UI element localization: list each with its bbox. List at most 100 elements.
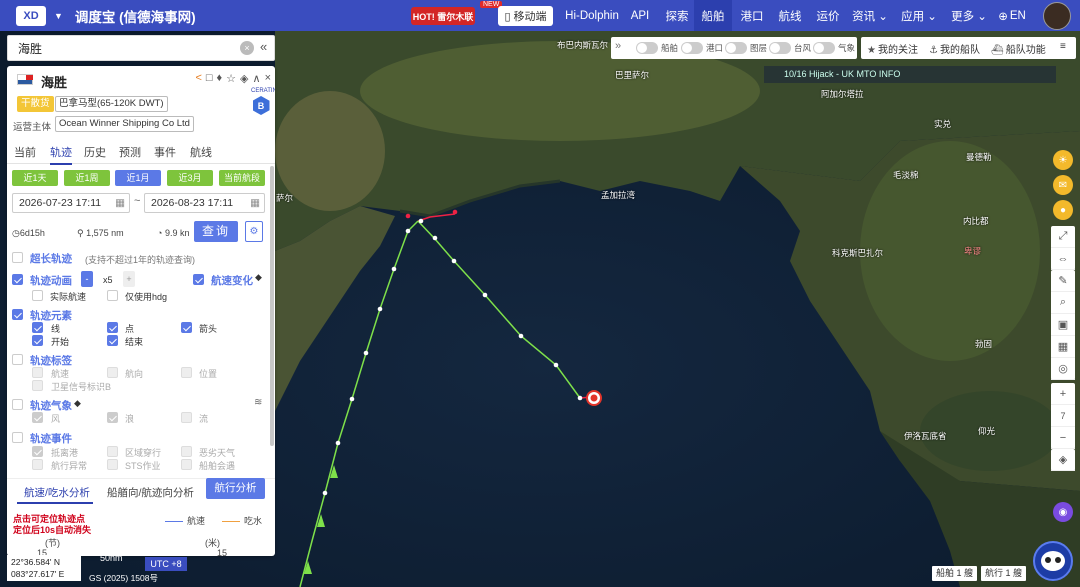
- language-switch[interactable]: ⊕ EN: [996, 0, 1028, 31]
- end-date-field[interactable]: 2026-08-23 17:11 ▦: [144, 193, 265, 213]
- grid-icon[interactable]: ▦: [1051, 336, 1075, 358]
- nav-ports[interactable]: 港口: [736, 0, 768, 31]
- nav-routes[interactable]: 航线: [774, 0, 806, 31]
- app-logo[interactable]: XD: [16, 5, 46, 26]
- nav-api[interactable]: API: [626, 0, 654, 31]
- tab-forecast[interactable]: 预测: [119, 144, 141, 160]
- sun-icon[interactable]: ☀: [1053, 150, 1073, 170]
- news-ticker[interactable]: 10/16 Hijack - UK MTO INFO: [764, 66, 1056, 83]
- tab-speed-draft-analysis[interactable]: 航速/吃水分析: [24, 485, 90, 500]
- nav-explore[interactable]: 探索: [662, 0, 692, 31]
- label-position-checkbox[interactable]: [181, 367, 192, 378]
- element-point-checkbox[interactable]: [107, 322, 118, 333]
- tab-current[interactable]: 当前: [14, 144, 36, 160]
- weather-eye-icon[interactable]: ◆: [74, 398, 81, 409]
- range-current-voyage-button[interactable]: 当前航段: [219, 170, 265, 186]
- element-arrow-checkbox[interactable]: [181, 322, 192, 333]
- tab-route[interactable]: 航线: [190, 144, 212, 160]
- utc-badge[interactable]: UTC +8: [145, 557, 187, 571]
- nav-more[interactable]: 更多 ⌄: [948, 0, 990, 31]
- alert-icon[interactable]: ●: [1053, 200, 1073, 220]
- fleet-functions-button[interactable]: ⛴ 船队功能: [991, 41, 1046, 56]
- events-checkbox[interactable]: [12, 432, 23, 443]
- tab-heading-analysis[interactable]: 船艏向/航迹向分析: [107, 485, 194, 500]
- nav-ships[interactable]: 船舶: [694, 0, 732, 31]
- minimize-icon[interactable]: ∧: [253, 72, 261, 85]
- wind-icon[interactable]: ≋: [254, 397, 262, 408]
- event-area-checkbox[interactable]: [107, 446, 118, 457]
- zoom-area-icon[interactable]: ⌕: [1051, 292, 1075, 314]
- ship-count-badge[interactable]: 船舶 1 艘: [932, 566, 978, 581]
- event-encounter-checkbox[interactable]: [181, 459, 192, 470]
- panel-scrollbar[interactable]: [270, 166, 274, 446]
- track-settings-icon[interactable]: ⚙: [245, 221, 263, 242]
- tab-events[interactable]: 事件: [154, 144, 176, 160]
- start-date-field[interactable]: 2026-07-23 17:11 ▦: [12, 193, 130, 213]
- sailing-count-badge[interactable]: 航行 1 艘: [981, 566, 1027, 581]
- screenshot-icon[interactable]: ▣: [1051, 314, 1075, 336]
- user-avatar[interactable]: [1043, 2, 1071, 30]
- event-sts-checkbox[interactable]: [107, 459, 118, 470]
- locate-me-icon[interactable]: ◎: [1051, 358, 1075, 380]
- nav-news[interactable]: 资讯 ⌄: [849, 0, 891, 31]
- expand-layers-icon[interactable]: »: [615, 40, 621, 52]
- hdg-only-checkbox[interactable]: [107, 290, 118, 301]
- logo-dropdown-icon[interactable]: ▼: [54, 11, 63, 21]
- weather-current-checkbox[interactable]: [181, 412, 192, 423]
- share-icon[interactable]: <: [195, 72, 201, 85]
- element-start-checkbox[interactable]: [32, 335, 43, 346]
- zoom-in-button[interactable]: +: [1051, 383, 1075, 405]
- weather-checkbox[interactable]: [12, 399, 23, 410]
- voyage-analysis-button[interactable]: 航行分析: [206, 478, 265, 499]
- range-3month-button[interactable]: 近3月: [167, 170, 213, 186]
- clear-search-icon[interactable]: ×: [240, 41, 254, 55]
- collapse-panel-icon[interactable]: «: [260, 39, 267, 54]
- layer-layers-toggle[interactable]: 图层: [725, 41, 767, 55]
- element-line-checkbox[interactable]: [32, 322, 43, 333]
- animation-speed-plus[interactable]: +: [123, 271, 135, 287]
- favorite-icon[interactable]: ☆: [226, 72, 236, 85]
- layer-ports-toggle[interactable]: 港口: [681, 41, 723, 55]
- assistant-icon[interactable]: ◉: [1053, 502, 1073, 522]
- nav-hi-dolphin[interactable]: Hi-Dolphin: [565, 0, 619, 31]
- target-icon[interactable]: ◈: [240, 72, 248, 85]
- elements-checkbox[interactable]: [12, 309, 23, 320]
- event-port-checkbox[interactable]: [32, 446, 43, 457]
- layers-icon[interactable]: ◈: [1051, 449, 1075, 471]
- legend-draft[interactable]: 吃水: [222, 514, 262, 527]
- my-favorites-button[interactable]: ★ 我的关注: [867, 41, 918, 56]
- layer-typhoon-toggle[interactable]: 台风: [769, 41, 811, 55]
- query-button[interactable]: 查询: [194, 221, 238, 242]
- nav-freight[interactable]: 运价: [812, 0, 844, 31]
- measure-icon[interactable]: ⇔: [1051, 248, 1075, 270]
- my-fleet-button[interactable]: ⚓ 我的船队: [929, 41, 980, 56]
- real-speed-checkbox[interactable]: [32, 290, 43, 301]
- long-track-checkbox[interactable]: [12, 252, 23, 263]
- nav-apps[interactable]: 应用 ⌄: [898, 0, 940, 31]
- cert-rating[interactable]: CERATING B: [251, 88, 275, 118]
- layer-ships-toggle[interactable]: 船舶: [636, 41, 678, 55]
- zoom-out-button[interactable]: −: [1051, 427, 1075, 449]
- operator-value[interactable]: Ocean Winner Shipping Co Ltd: [55, 116, 194, 132]
- event-weather-checkbox[interactable]: [181, 446, 192, 457]
- labels-checkbox[interactable]: [12, 354, 23, 365]
- label-satellite-checkbox[interactable]: [32, 380, 43, 391]
- menu-icon[interactable]: ≡: [1060, 41, 1066, 52]
- close-icon[interactable]: ×: [265, 72, 271, 85]
- label-course-checkbox[interactable]: [107, 367, 118, 378]
- speed-change-checkbox[interactable]: [193, 274, 204, 285]
- weather-wind-checkbox[interactable]: [32, 412, 43, 423]
- event-anomaly-checkbox[interactable]: [32, 459, 43, 470]
- range-1month-button[interactable]: 近1月: [115, 170, 161, 186]
- animation-checkbox[interactable]: [12, 274, 23, 285]
- ship-marker[interactable]: [586, 390, 602, 406]
- fullscreen-icon[interactable]: ⤢: [1051, 226, 1075, 248]
- element-end-checkbox[interactable]: [107, 335, 118, 346]
- legend-speed[interactable]: 航速: [165, 514, 205, 527]
- ai-assistant-avatar[interactable]: [1033, 541, 1073, 581]
- layer-weather-toggle[interactable]: 气象: [813, 41, 855, 55]
- tab-history[interactable]: 历史: [84, 144, 106, 160]
- ship-search-input[interactable]: [8, 36, 236, 60]
- animation-speed-minus[interactable]: -: [81, 271, 93, 287]
- edit-icon[interactable]: □: [206, 72, 213, 85]
